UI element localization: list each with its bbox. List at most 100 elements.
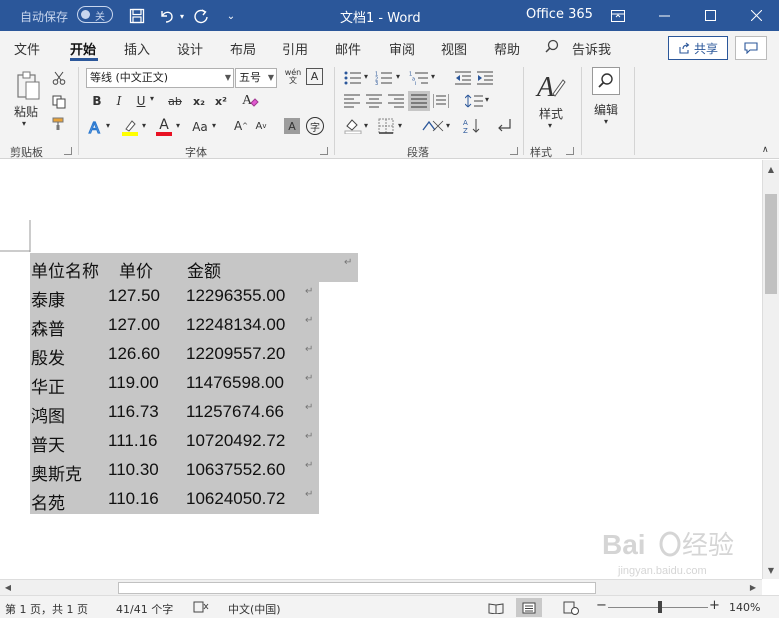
character-border-icon[interactable]: A [306, 68, 323, 85]
shrink-font-icon[interactable]: Av [252, 117, 270, 135]
editing-search-icon[interactable] [592, 67, 620, 95]
show-hide-marks-icon[interactable] [494, 117, 514, 135]
tab-mailings[interactable]: 邮件 [335, 39, 361, 58]
format-painter-icon[interactable] [50, 115, 68, 133]
change-case-button[interactable]: Aa [188, 118, 212, 136]
font-size-select[interactable]: 五号 ▼ [235, 68, 277, 88]
tab-file[interactable]: 文件 [14, 39, 40, 58]
font-color-dropdown-icon[interactable]: ▾ [176, 121, 180, 130]
align-right-icon[interactable] [387, 93, 405, 109]
shading-dropdown-icon[interactable]: ▾ [364, 121, 368, 130]
chinese-layout-dropdown-icon[interactable]: ▾ [446, 121, 450, 130]
scroll-right-icon[interactable]: ▶ [746, 580, 760, 594]
paragraph-launcher-icon[interactable] [510, 147, 518, 155]
font-launcher-icon[interactable] [320, 147, 328, 155]
text-effects-dropdown-icon[interactable]: ▾ [106, 121, 110, 130]
font-color-icon[interactable]: A [154, 116, 174, 138]
line-spacing-icon[interactable] [464, 93, 484, 109]
table-row[interactable]: 鸿图 116.73 11257674.66 ↵ [30, 398, 319, 427]
font-name-select[interactable]: 等线 (中文正文) ▼ [86, 68, 234, 88]
lightbulb-search-icon[interactable] [545, 39, 559, 57]
editing-label[interactable]: 编辑 [594, 101, 618, 118]
editing-dropdown-icon[interactable]: ▾ [604, 117, 608, 126]
paste-dropdown-icon[interactable]: ▾ [22, 119, 26, 128]
strikethrough-button[interactable]: ab [164, 92, 186, 110]
autosave-toggle[interactable]: 关 [77, 6, 113, 23]
distributed-icon[interactable] [432, 93, 450, 109]
read-mode-icon[interactable] [483, 598, 509, 617]
zoom-slider-thumb[interactable] [658, 601, 662, 613]
decrease-indent-icon[interactable] [454, 70, 472, 86]
collapse-ribbon-icon[interactable]: ∧ [762, 145, 769, 155]
align-center-icon[interactable] [365, 93, 383, 109]
scroll-down-icon[interactable]: ▼ [764, 563, 778, 577]
numbering-icon[interactable]: 123 [374, 70, 394, 86]
tab-design[interactable]: 设计 [177, 39, 203, 58]
character-shading-icon[interactable]: A [284, 118, 300, 134]
line-spacing-dropdown-icon[interactable]: ▾ [485, 95, 489, 104]
page-count[interactable]: 第 1 页，共 1 页 [5, 601, 88, 617]
borders-dropdown-icon[interactable]: ▾ [398, 121, 402, 130]
maximize-icon[interactable] [687, 0, 733, 31]
horizontal-scrollbar[interactable]: ◀ ▶ [0, 579, 762, 595]
zoom-out-button[interactable]: − [596, 598, 607, 613]
table-row[interactable]: 名苑 110.16 10624050.72 ↵ [30, 485, 319, 514]
tab-layout[interactable]: 布局 [230, 39, 256, 58]
table-row[interactable]: 华正 119.00 11476598.00 ↵ [30, 369, 319, 398]
multilevel-list-icon[interactable]: 1ai [408, 70, 430, 86]
underline-button[interactable]: U [132, 92, 150, 110]
tab-references[interactable]: 引用 [282, 39, 308, 58]
undo-icon[interactable] [156, 5, 178, 27]
superscript-button[interactable]: x² [212, 92, 230, 110]
horizontal-scroll-thumb[interactable] [118, 582, 596, 594]
table-row[interactable]: 森普 127.00 12248134.00 ↵ [30, 311, 319, 342]
align-left-icon[interactable] [343, 93, 361, 109]
word-count[interactable]: 41/41 个字 [116, 601, 173, 617]
scroll-up-icon[interactable]: ▲ [764, 162, 778, 176]
sort-icon[interactable]: AZ [462, 117, 482, 135]
enclose-characters-icon[interactable]: 字 [306, 117, 324, 135]
styles-icon[interactable]: A [534, 69, 568, 103]
borders-icon[interactable] [376, 117, 396, 135]
redo-icon[interactable] [190, 5, 212, 27]
styles-dropdown-icon[interactable]: ▾ [548, 121, 552, 130]
close-icon[interactable] [733, 0, 779, 31]
numbering-dropdown-icon[interactable]: ▾ [396, 72, 400, 81]
styles-label[interactable]: 样式 [539, 105, 563, 122]
scroll-left-icon[interactable]: ◀ [1, 580, 15, 594]
paste-icon[interactable] [12, 67, 44, 105]
tell-me-search[interactable]: 告诉我 [572, 39, 611, 58]
tab-home[interactable]: 开始 [70, 39, 96, 58]
styles-launcher-icon[interactable] [566, 147, 574, 155]
minimize-icon[interactable] [641, 0, 687, 31]
table-row[interactable]: 奥斯克 110.30 10637552.60 ↵ [30, 456, 319, 485]
share-button[interactable]: 共享 [668, 36, 728, 60]
change-case-dropdown-icon[interactable]: ▾ [212, 121, 216, 130]
proofing-icon[interactable] [193, 601, 209, 616]
undo-dropdown-icon[interactable]: ▾ [176, 5, 188, 27]
tab-view[interactable]: 视图 [441, 39, 467, 58]
table-row[interactable]: 普天 111.16 10720492.72 ↵ [30, 427, 319, 456]
justify-icon[interactable] [408, 91, 430, 111]
underline-dropdown-icon[interactable]: ▾ [150, 94, 154, 103]
multilevel-dropdown-icon[interactable]: ▾ [431, 72, 435, 81]
tab-review[interactable]: 审阅 [389, 39, 415, 58]
shading-icon[interactable] [343, 117, 363, 135]
subscript-button[interactable]: x₂ [190, 92, 208, 110]
zoom-level[interactable]: 140% [729, 601, 760, 614]
bullets-dropdown-icon[interactable]: ▾ [364, 72, 368, 81]
web-layout-icon[interactable] [558, 598, 584, 617]
highlight-color-icon[interactable] [120, 116, 140, 138]
text-effects-icon[interactable]: A [86, 116, 106, 138]
phonetic-guide-icon[interactable]: wén 文 [282, 67, 304, 87]
chinese-layout-icon[interactable] [420, 117, 446, 135]
language-status[interactable]: 中文(中国) [228, 601, 281, 617]
clipboard-launcher-icon[interactable] [64, 147, 72, 155]
paste-label[interactable]: 粘贴 [14, 103, 38, 120]
customize-qat-icon[interactable]: ⌄ [220, 5, 242, 27]
copy-icon[interactable] [50, 93, 68, 111]
clear-formatting-icon[interactable]: A [240, 90, 260, 110]
print-layout-icon[interactable] [516, 598, 542, 617]
vertical-scroll-thumb[interactable] [765, 194, 777, 294]
bold-button[interactable]: B [88, 92, 106, 110]
